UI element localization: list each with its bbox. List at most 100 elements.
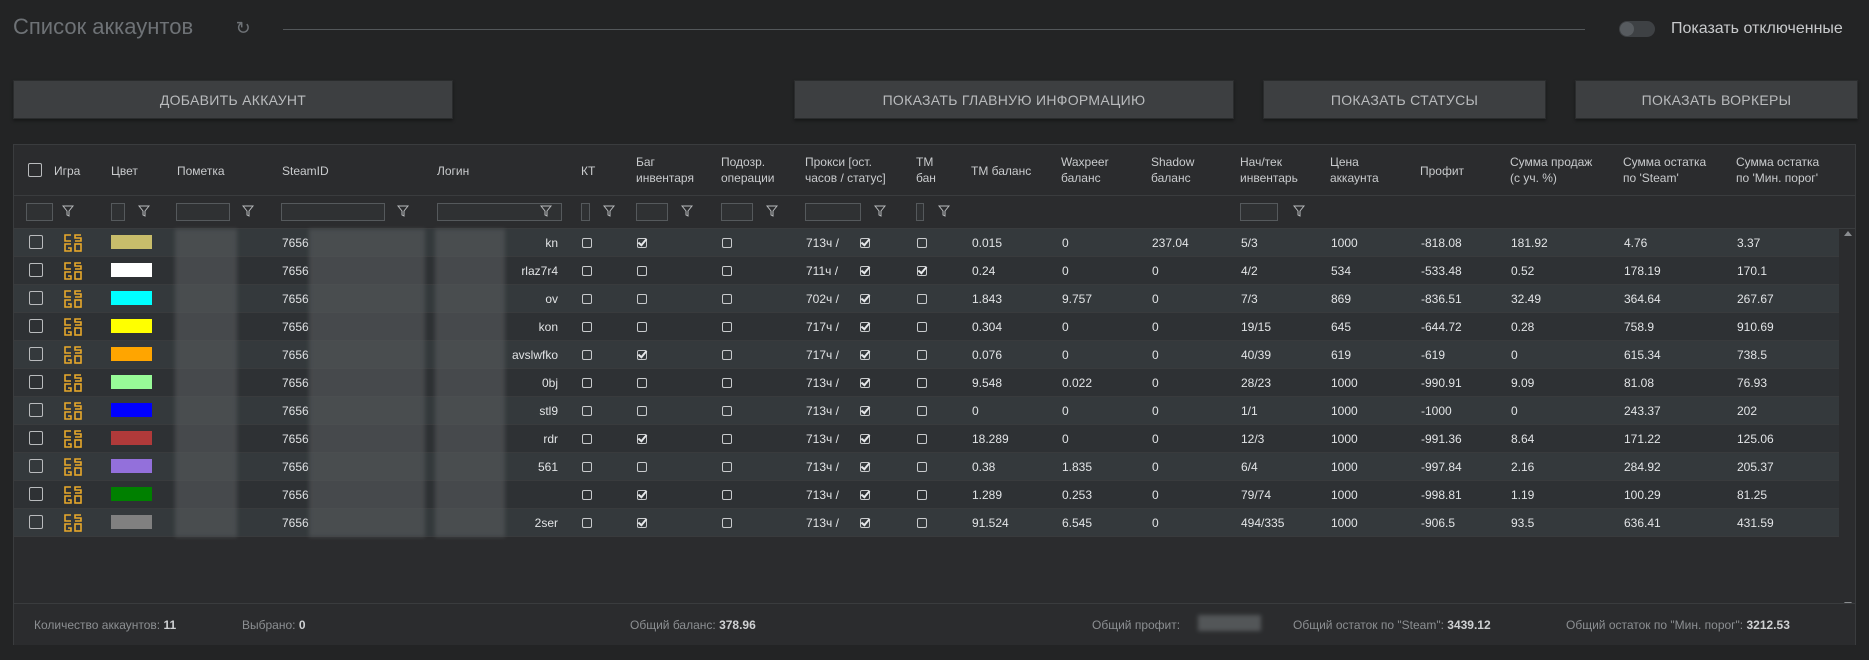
filter-steamid-input[interactable] <box>281 203 385 221</box>
col-suspicious[interactable]: Подозр. операции <box>721 154 774 186</box>
table-row[interactable]: 7656 561 0.38 1.835 0 6/4 1000 -997.84 2.16 284.9… <box>14 453 1839 481</box>
col-steamid[interactable]: SteamID <box>282 163 329 179</box>
kt-checkbox[interactable] <box>582 266 592 276</box>
row-select-checkbox[interactable] <box>29 263 43 277</box>
show-main-info-button[interactable]: ПОКАЗАТЬ ГЛАВНУЮ ИНФОРМАЦИЮ <box>794 80 1234 119</box>
filter-funnel-icon[interactable] <box>681 205 693 217</box>
color-swatch[interactable] <box>111 487 152 501</box>
tm-ban-checkbox[interactable] <box>917 322 927 332</box>
col-sales[interactable]: Сумма продаж (с уч. %) <box>1510 154 1592 186</box>
color-swatch[interactable] <box>111 263 152 277</box>
kt-checkbox[interactable] <box>582 406 592 416</box>
tm-ban-checkbox[interactable] <box>917 350 927 360</box>
col-inventory[interactable]: Нач/тек инвентарь <box>1240 154 1298 186</box>
col-min-rest[interactable]: Сумма остатка по 'Мин. порог' <box>1736 154 1819 186</box>
suspicious-checkbox[interactable] <box>722 294 732 304</box>
kt-checkbox[interactable] <box>582 294 592 304</box>
tm-ban-checkbox[interactable] <box>917 518 927 528</box>
table-row[interactable]: 7656 kon 0.304 0 0 19/15 645 -644.72 0.28 758.9 91… <box>14 313 1839 341</box>
bug-inventory-checkbox[interactable] <box>637 406 647 416</box>
color-swatch[interactable] <box>111 375 152 389</box>
col-note[interactable]: Пометка <box>177 163 225 179</box>
color-swatch[interactable] <box>111 459 152 473</box>
row-select-checkbox[interactable] <box>29 431 43 445</box>
suspicious-checkbox[interactable] <box>722 462 732 472</box>
table-row[interactable]: 7656 1.289 0.253 0 79/74 1000 -998.81 1.19 100.2… <box>14 481 1839 509</box>
filter-funnel-icon[interactable] <box>1293 205 1305 217</box>
show-disabled-toggle[interactable] <box>1619 21 1655 37</box>
table-row[interactable]: 7656 stl9 0 0 0 1/1 1000 -1000 0 243.37 202 713ч / <box>14 397 1839 425</box>
filter-funnel-icon[interactable] <box>138 205 150 217</box>
filter-tmban-input[interactable] <box>916 203 924 221</box>
kt-checkbox[interactable] <box>582 434 592 444</box>
col-shadow[interactable]: Shadow баланс <box>1151 154 1194 186</box>
row-select-checkbox[interactable] <box>29 291 43 305</box>
add-account-button[interactable]: ДОБАВИТЬ АККАУНТ <box>13 80 453 119</box>
col-price[interactable]: Цена аккаунта <box>1330 154 1379 186</box>
col-bug-inventory[interactable]: Баг инвентаря <box>636 154 694 186</box>
table-row[interactable]: 7656 ov 1.843 9.757 0 7/3 869 -836.51 32.49 364.6… <box>14 285 1839 313</box>
bug-inventory-checkbox[interactable] <box>637 518 647 528</box>
filter-funnel-icon[interactable] <box>874 205 886 217</box>
table-row[interactable]: 7656 2ser 91.524 6.545 0 494/335 1000 -906.5 93.… <box>14 509 1839 537</box>
bug-inventory-checkbox[interactable] <box>637 266 647 276</box>
tm-ban-checkbox[interactable] <box>917 294 927 304</box>
kt-checkbox[interactable] <box>582 518 592 528</box>
row-select-checkbox[interactable] <box>29 515 43 529</box>
tm-ban-checkbox[interactable] <box>917 462 927 472</box>
bug-inventory-checkbox[interactable] <box>637 462 647 472</box>
suspicious-checkbox[interactable] <box>722 266 732 276</box>
suspicious-checkbox[interactable] <box>722 350 732 360</box>
filter-funnel-icon[interactable] <box>766 205 778 217</box>
filter-proxy-input[interactable] <box>805 203 861 221</box>
col-kt[interactable]: КТ <box>581 163 595 179</box>
color-swatch[interactable] <box>111 319 152 333</box>
kt-checkbox[interactable] <box>582 378 592 388</box>
row-select-checkbox[interactable] <box>29 375 43 389</box>
filter-game-input[interactable] <box>26 203 53 221</box>
row-select-checkbox[interactable] <box>29 459 43 473</box>
select-all-checkbox[interactable] <box>28 163 42 177</box>
scroll-up-arrow-icon[interactable] <box>1844 231 1852 236</box>
col-tm-balance[interactable]: ТМ баланс <box>971 163 1031 179</box>
filter-suspicious-input[interactable] <box>721 203 753 221</box>
show-workers-button[interactable]: ПОКАЗАТЬ ВОРКЕРЫ <box>1575 80 1858 119</box>
color-swatch[interactable] <box>111 403 152 417</box>
col-tm-ban[interactable]: ТМ бан <box>916 154 936 186</box>
suspicious-checkbox[interactable] <box>722 406 732 416</box>
table-row[interactable]: 7656 avslwfko 0.076 0 0 40/39 619 -619 0 615.34 73… <box>14 341 1839 369</box>
kt-checkbox[interactable] <box>582 462 592 472</box>
col-login[interactable]: Логин <box>437 163 469 179</box>
col-color[interactable]: Цвет <box>111 163 138 179</box>
filter-funnel-icon[interactable] <box>540 205 552 217</box>
kt-checkbox[interactable] <box>582 238 592 248</box>
table-row[interactable]: 7656 kn 0.015 0 237.04 5/3 1000 -818.08 181.92 4.… <box>14 229 1839 257</box>
suspicious-checkbox[interactable] <box>722 378 732 388</box>
refresh-icon[interactable]: ↻ <box>233 18 253 38</box>
row-select-checkbox[interactable] <box>29 319 43 333</box>
col-proxy[interactable]: Прокси [ост. часов / статус] <box>805 154 886 186</box>
tm-ban-checkbox[interactable] <box>917 406 927 416</box>
filter-funnel-icon[interactable] <box>62 205 74 217</box>
row-select-checkbox[interactable] <box>29 347 43 361</box>
tm-ban-checkbox[interactable] <box>917 434 927 444</box>
bug-inventory-checkbox[interactable] <box>637 350 647 360</box>
suspicious-checkbox[interactable] <box>722 518 732 528</box>
table-scrollbar[interactable] <box>1841 229 1855 609</box>
col-steam-rest[interactable]: Сумма остатка по 'Steam' <box>1623 154 1706 186</box>
col-waxpeer[interactable]: Waxpeer баланс <box>1061 154 1109 186</box>
color-swatch[interactable] <box>111 347 152 361</box>
filter-note-input[interactable] <box>176 203 230 221</box>
kt-checkbox[interactable] <box>582 490 592 500</box>
table-row[interactable]: 7656 rlaz7r4 0.24 0 0 4/2 534 -533.48 0.52 178.19… <box>14 257 1839 285</box>
col-game[interactable]: Игра <box>54 163 80 179</box>
row-select-checkbox[interactable] <box>29 235 43 249</box>
bug-inventory-checkbox[interactable] <box>637 294 647 304</box>
show-statuses-button[interactable]: ПОКАЗАТЬ СТАТУСЫ <box>1263 80 1546 119</box>
color-swatch[interactable] <box>111 431 152 445</box>
filter-inventory-input[interactable] <box>1240 203 1278 221</box>
row-select-checkbox[interactable] <box>29 403 43 417</box>
tm-ban-checkbox[interactable] <box>917 378 927 388</box>
bug-inventory-checkbox[interactable] <box>637 322 647 332</box>
bug-inventory-checkbox[interactable] <box>637 378 647 388</box>
